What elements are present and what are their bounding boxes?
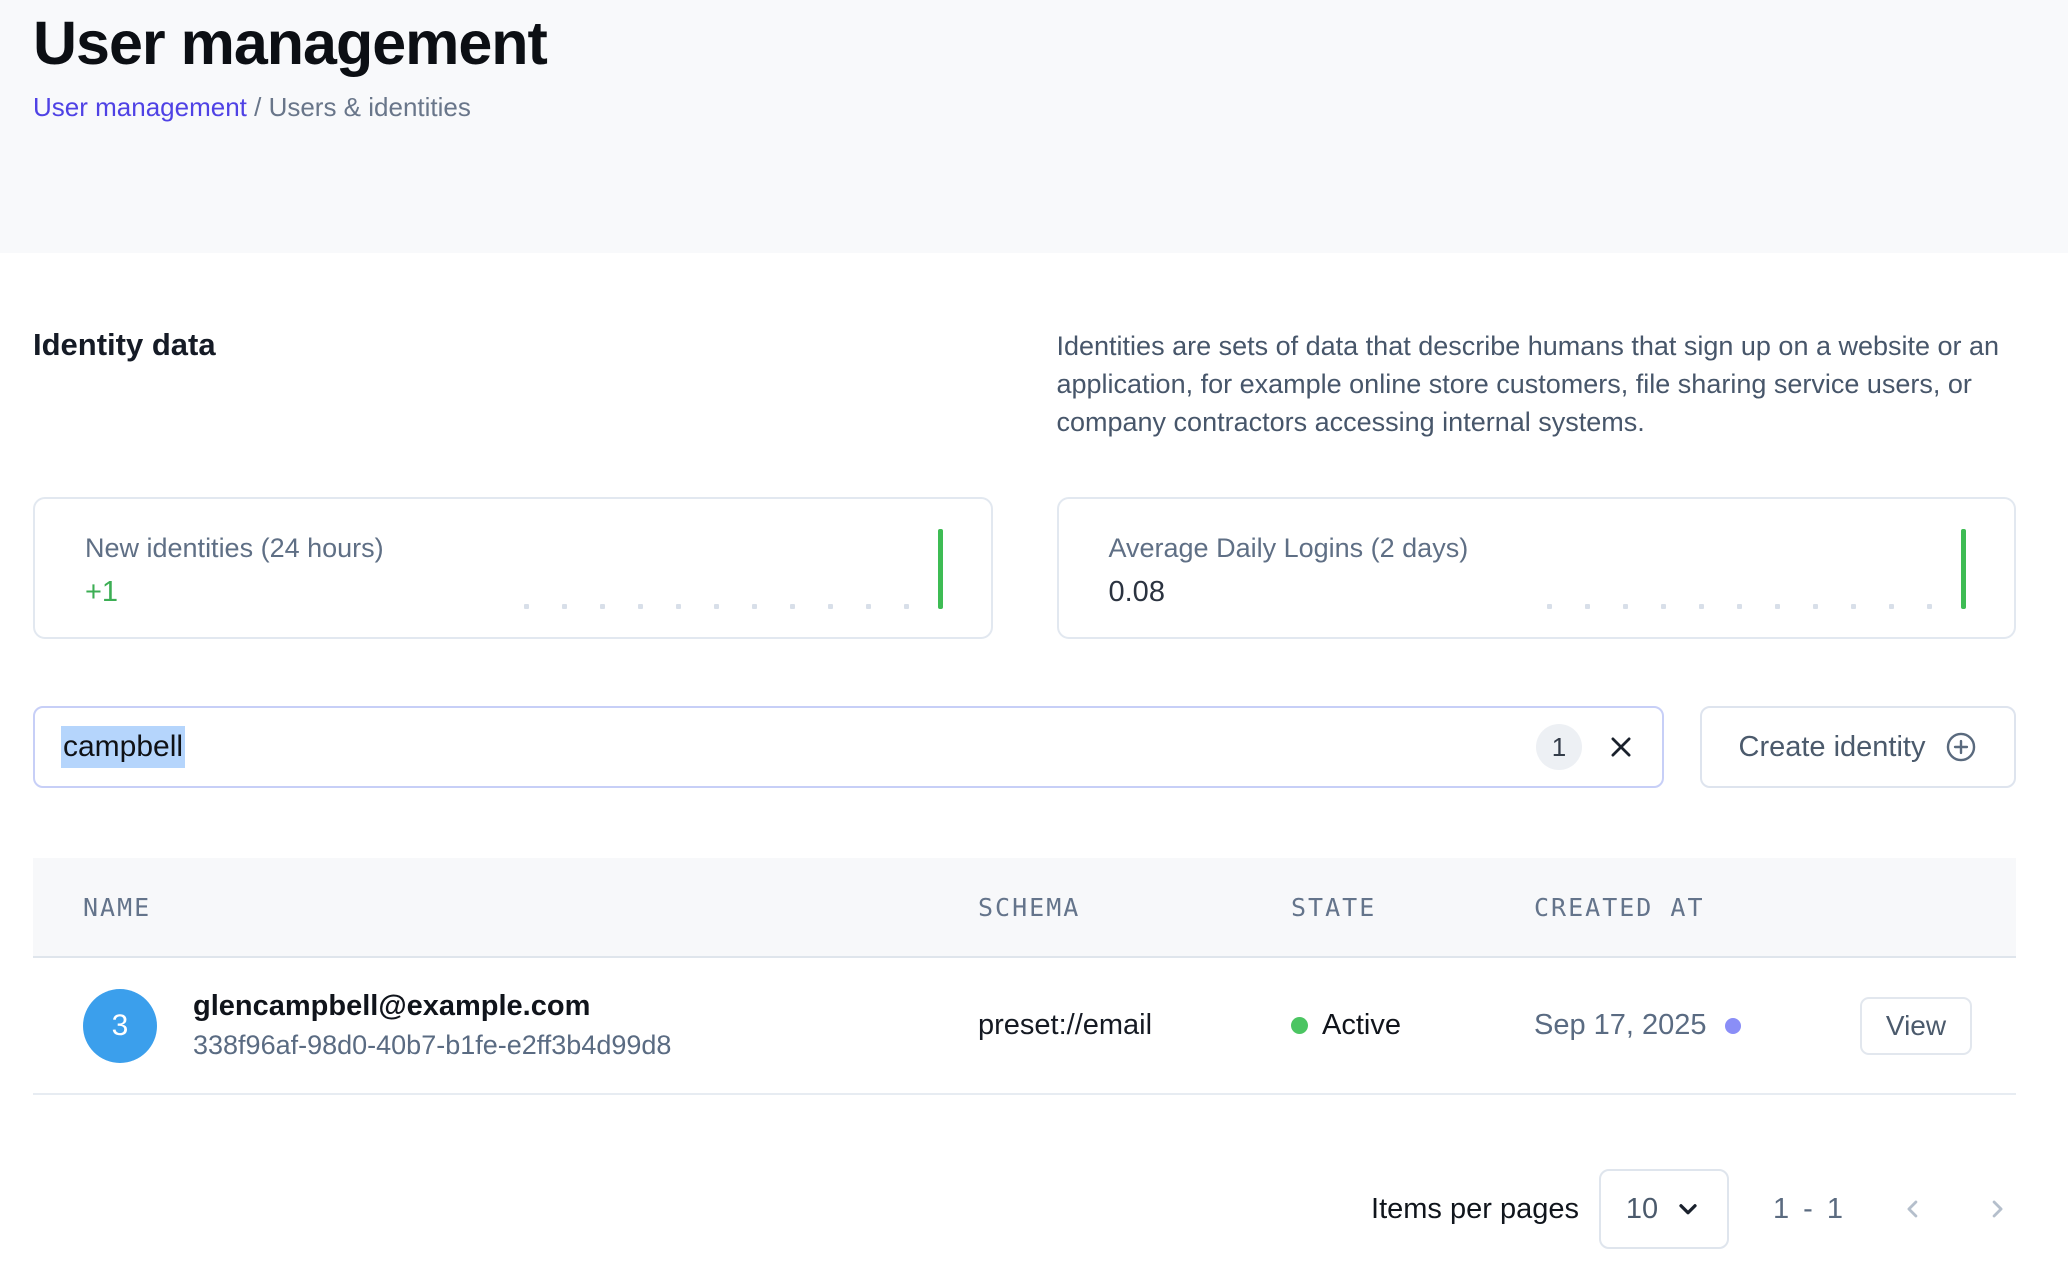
- search-input-value[interactable]: campbell: [61, 726, 185, 768]
- schema-cell: preset://email: [978, 1009, 1291, 1042]
- created-at-date: Sep 17, 2025: [1534, 1009, 1707, 1042]
- stat-card-average-daily-logins: Average Daily Logins (2 days) 0.08: [1057, 497, 2017, 639]
- column-header-schema: SCHEMA: [978, 893, 1291, 922]
- close-icon: [1606, 732, 1636, 762]
- sparkline: [524, 529, 943, 609]
- page-title: User management: [33, 8, 2016, 78]
- column-header-name: NAME: [33, 893, 978, 922]
- name-cell: 3 glencampbell@example.com 338f96af-98d0…: [33, 989, 978, 1063]
- view-button[interactable]: View: [1860, 997, 1972, 1055]
- breadcrumb-separator: /: [247, 92, 269, 122]
- page-range: 1 - 1: [1773, 1193, 1846, 1226]
- main-content: Identity data Identities are sets of dat…: [0, 327, 2068, 1249]
- avatar: 3: [83, 989, 157, 1063]
- action-cell: View: [1860, 997, 2016, 1055]
- create-identity-label: Create identity: [1739, 731, 1926, 764]
- search-result-count-badge: 1: [1536, 724, 1582, 770]
- previous-page-button[interactable]: [1896, 1192, 1930, 1226]
- identity-uuid: 338f96af-98d0-40b7-b1fe-e2ff3b4d99d8: [193, 1030, 671, 1061]
- state-cell: Active: [1291, 1009, 1534, 1042]
- breadcrumb: User management / Users & identities: [33, 92, 2016, 123]
- section-heading: Identity data: [33, 327, 993, 363]
- identities-table: NAME SCHEMA STATE CREATED AT 3 glencampb…: [33, 858, 2016, 1095]
- pagination: Items per pages 10 1 - 1: [33, 1169, 2016, 1249]
- stat-card-new-identities: New identities (24 hours) +1: [33, 497, 993, 639]
- table-row[interactable]: 3 glencampbell@example.com 338f96af-98d0…: [33, 958, 2016, 1095]
- items-per-page-label: Items per pages: [1371, 1193, 1579, 1226]
- search-input[interactable]: campbell 1: [33, 706, 1664, 788]
- breadcrumb-current: Users & identities: [269, 92, 471, 122]
- section-description: Identities are sets of data that describ…: [1057, 327, 2017, 441]
- column-header-created-at: CREATED AT: [1534, 893, 1860, 922]
- page-size-value: 10: [1626, 1193, 1658, 1226]
- state-label: Active: [1322, 1009, 1401, 1042]
- sparkline-bar: [1961, 529, 1966, 609]
- sparkline-dots: [524, 604, 909, 609]
- chevron-right-icon: [1983, 1195, 2011, 1223]
- search-row: campbell 1 Create identity: [33, 706, 2016, 788]
- chevron-down-icon: [1674, 1195, 1702, 1223]
- page-header: User management User management / Users …: [0, 0, 2068, 253]
- sparkline-dots: [1547, 604, 1932, 609]
- identity-email: glencampbell@example.com: [193, 990, 671, 1023]
- sparkline-bar: [938, 529, 943, 609]
- sparkline: [1547, 529, 1966, 609]
- breadcrumb-link-user-management[interactable]: User management: [33, 92, 247, 122]
- created-at-cell: Sep 17, 2025: [1534, 1009, 1860, 1042]
- next-page-button[interactable]: [1980, 1192, 2014, 1226]
- table-header-row: NAME SCHEMA STATE CREATED AT: [33, 858, 2016, 958]
- chevron-left-icon: [1899, 1195, 1927, 1223]
- plus-circle-icon: [1944, 730, 1978, 764]
- create-identity-button[interactable]: Create identity: [1700, 706, 2016, 788]
- created-at-dot: [1725, 1018, 1741, 1034]
- identity-data-section: Identity data Identities are sets of dat…: [33, 327, 2016, 441]
- active-status-dot: [1291, 1017, 1308, 1034]
- column-header-state: STATE: [1291, 893, 1534, 922]
- clear-search-button[interactable]: [1604, 730, 1638, 764]
- page-size-select[interactable]: 10: [1599, 1169, 1729, 1249]
- stat-cards-row: New identities (24 hours) +1 Average Dai…: [33, 497, 2016, 639]
